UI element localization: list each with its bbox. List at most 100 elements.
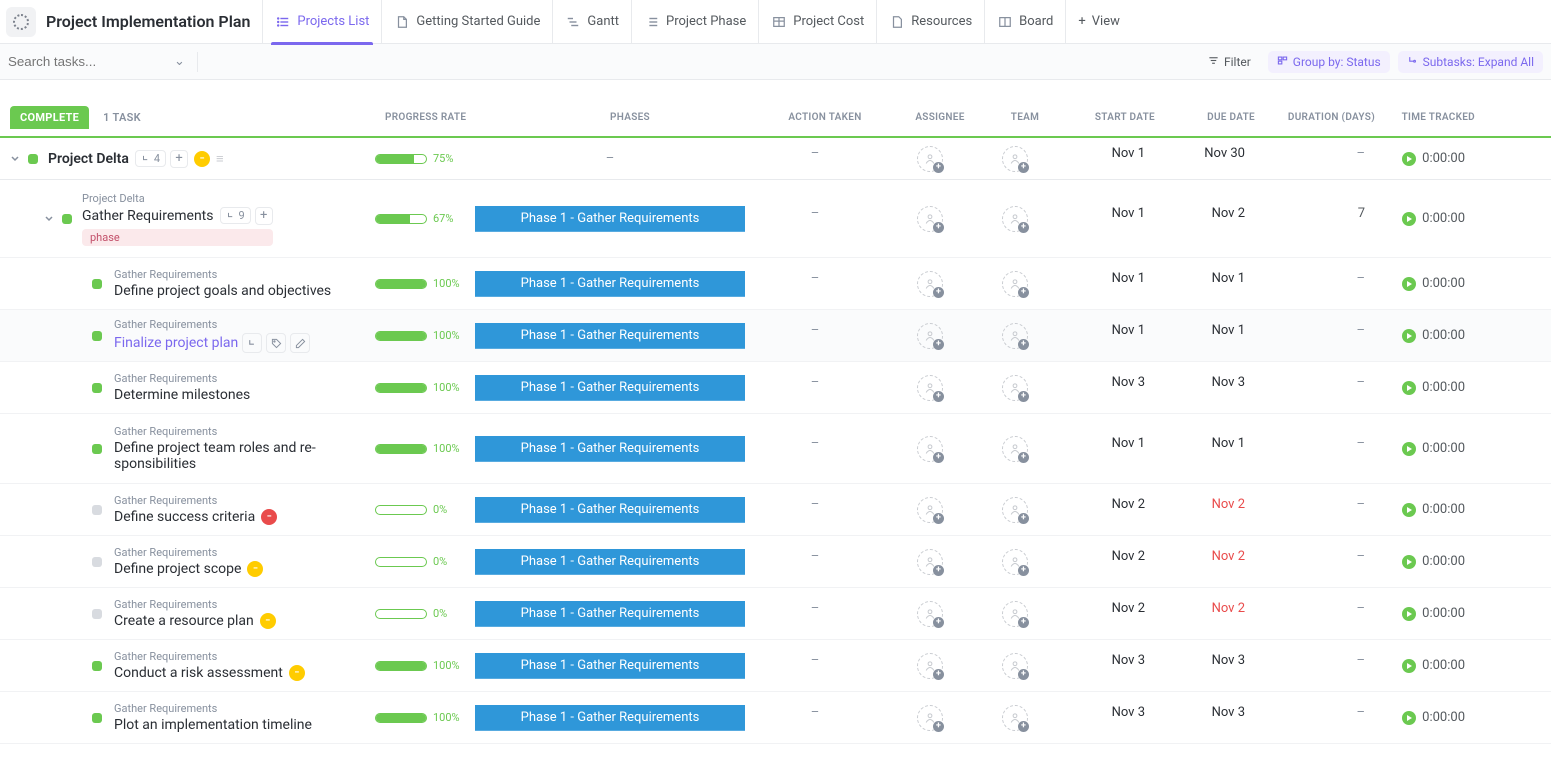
start-date[interactable]: Nov 1 bbox=[1055, 146, 1155, 172]
play-icon[interactable] bbox=[1402, 442, 1416, 456]
start-date[interactable]: Nov 2 bbox=[1055, 601, 1155, 627]
assignee-cell[interactable] bbox=[885, 705, 975, 731]
task-row[interactable]: Gather RequirementsDefine project team r… bbox=[0, 414, 1551, 484]
play-icon[interactable] bbox=[1402, 329, 1416, 343]
start-date[interactable]: Nov 1 bbox=[1055, 206, 1155, 232]
status-square[interactable] bbox=[62, 214, 72, 224]
action-cell[interactable]: – bbox=[745, 323, 885, 349]
col-due[interactable]: DUE DATE bbox=[1165, 112, 1265, 123]
phase-pill[interactable]: Phase 1 - Gather Requirements bbox=[475, 549, 745, 575]
parent-crumb[interactable]: Gather Requirements bbox=[114, 372, 250, 385]
team-cell[interactable] bbox=[975, 549, 1055, 575]
task-row[interactable]: Gather RequirementsDefine success criter… bbox=[0, 484, 1551, 536]
phase-pill[interactable]: Phase 1 - Gather Requirements bbox=[475, 653, 745, 679]
status-square[interactable] bbox=[92, 279, 102, 289]
add-assignee-icon[interactable] bbox=[917, 436, 943, 462]
col-duration[interactable]: DURATION (DAYS) bbox=[1265, 112, 1385, 123]
team-cell[interactable] bbox=[975, 436, 1055, 462]
expand-toggle[interactable] bbox=[10, 154, 20, 164]
col-phases[interactable]: PHASES bbox=[485, 112, 755, 123]
subtask-count[interactable]: 4 bbox=[135, 150, 166, 167]
assignee-cell[interactable] bbox=[885, 271, 975, 297]
status-square[interactable] bbox=[92, 609, 102, 619]
app-icon[interactable] bbox=[6, 7, 36, 37]
duration-cell[interactable]: 7 bbox=[1255, 206, 1375, 232]
col-action[interactable]: ACTION TAKEN bbox=[755, 112, 895, 123]
phase-pill[interactable]: Phase 1 - Gather Requirements bbox=[475, 271, 745, 297]
status-square[interactable] bbox=[92, 661, 102, 671]
task-name[interactable]: Conduct a risk assessment bbox=[114, 665, 283, 681]
task-row[interactable]: Gather RequirementsCreate a resource pla… bbox=[0, 588, 1551, 640]
duration-cell[interactable]: – bbox=[1255, 271, 1375, 297]
tab-projects-list[interactable]: Projects List bbox=[262, 0, 381, 44]
duration-cell[interactable]: – bbox=[1255, 323, 1375, 349]
expand-toggle[interactable] bbox=[44, 214, 54, 224]
time-cell[interactable]: 0:00:00 bbox=[1375, 705, 1475, 731]
add-assignee-icon[interactable] bbox=[917, 653, 943, 679]
due-date[interactable]: Nov 2 bbox=[1155, 497, 1255, 523]
filter-button[interactable]: Filter bbox=[1199, 51, 1260, 73]
action-cell[interactable]: – bbox=[745, 271, 885, 297]
add-assignee-icon[interactable] bbox=[917, 497, 943, 523]
phase-pill[interactable]: Phase 1 - Gather Requirements bbox=[475, 497, 745, 523]
col-time[interactable]: TIME TRACKED bbox=[1385, 112, 1485, 123]
add-assignee-icon[interactable] bbox=[917, 375, 943, 401]
status-badge[interactable]: COMPLETE bbox=[10, 106, 89, 129]
subtask-count[interactable]: 9 bbox=[220, 207, 251, 224]
status-square[interactable] bbox=[92, 331, 102, 341]
task-row[interactable]: Gather RequirementsDefine project goals … bbox=[0, 258, 1551, 310]
task-name[interactable]: Plot an implementation timeline bbox=[114, 717, 312, 733]
subtasks-button[interactable]: Subtasks: Expand All bbox=[1398, 51, 1543, 73]
play-icon[interactable] bbox=[1402, 152, 1416, 166]
task-row[interactable]: Gather RequirementsDetermine milestones1… bbox=[0, 362, 1551, 414]
add-team-icon[interactable] bbox=[1002, 146, 1028, 172]
due-date[interactable]: Nov 2 bbox=[1155, 206, 1255, 232]
tab-project-phase[interactable]: Project Phase bbox=[631, 0, 758, 44]
time-cell[interactable]: 0:00:00 bbox=[1375, 653, 1475, 679]
add-assignee-icon[interactable] bbox=[917, 323, 943, 349]
duration-cell[interactable]: – bbox=[1255, 601, 1375, 627]
phase-pill[interactable]: Phase 1 - Gather Requirements bbox=[475, 601, 745, 627]
parent-crumb[interactable]: Gather Requirements bbox=[114, 546, 263, 559]
add-team-icon[interactable] bbox=[1002, 206, 1028, 232]
time-cell[interactable]: 0:00:00 bbox=[1375, 271, 1475, 297]
add-team-icon[interactable] bbox=[1002, 436, 1028, 462]
team-cell[interactable] bbox=[975, 375, 1055, 401]
play-icon[interactable] bbox=[1402, 277, 1416, 291]
task-name[interactable]: Determine milestones bbox=[114, 387, 250, 403]
task-row-gather[interactable]: Project Delta Gather Requirements 9 + ph… bbox=[0, 180, 1551, 258]
action-cell[interactable]: – bbox=[745, 549, 885, 575]
tab-resources[interactable]: Resources bbox=[876, 0, 984, 44]
phase-empty[interactable]: – bbox=[475, 151, 745, 166]
phase-tag[interactable]: phase bbox=[82, 229, 273, 246]
action-cell[interactable]: – bbox=[745, 436, 885, 462]
due-date[interactable]: Nov 3 bbox=[1155, 705, 1255, 731]
col-progress[interactable]: PROGRESS RATE bbox=[385, 112, 485, 123]
task-row[interactable]: Gather RequirementsPlot an implementatio… bbox=[0, 692, 1551, 744]
add-subtask-button[interactable]: + bbox=[170, 150, 188, 168]
play-icon[interactable] bbox=[1402, 711, 1416, 725]
status-square[interactable] bbox=[92, 444, 102, 454]
team-cell[interactable] bbox=[975, 206, 1055, 232]
task-row[interactable]: Gather RequirementsFinalize project plan… bbox=[0, 310, 1551, 362]
team-cell[interactable] bbox=[975, 601, 1055, 627]
chevron-down-icon[interactable]: ⌄ bbox=[174, 54, 185, 69]
time-cell[interactable]: 0:00:00 bbox=[1375, 375, 1475, 401]
due-date[interactable]: Nov 2 bbox=[1155, 549, 1255, 575]
status-square[interactable] bbox=[92, 383, 102, 393]
time-cell[interactable]: 0:00:00 bbox=[1375, 206, 1475, 232]
parent-crumb[interactable]: Gather Requirements bbox=[114, 268, 331, 281]
duration-cell[interactable]: – bbox=[1255, 705, 1375, 731]
tab-getting-started[interactable]: Getting Started Guide bbox=[381, 0, 552, 44]
action-cell[interactable]: – bbox=[745, 705, 885, 731]
subtask-icon[interactable] bbox=[242, 333, 262, 353]
start-date[interactable]: Nov 2 bbox=[1055, 497, 1155, 523]
tab-project-cost[interactable]: Project Cost bbox=[758, 0, 876, 44]
priority-icon[interactable]: − bbox=[289, 665, 305, 681]
action-cell[interactable]: – bbox=[745, 375, 885, 401]
task-name[interactable]: Define success criteria bbox=[114, 509, 255, 525]
time-cell[interactable]: 0:00:00 bbox=[1375, 601, 1475, 627]
play-icon[interactable] bbox=[1402, 503, 1416, 517]
add-team-icon[interactable] bbox=[1002, 653, 1028, 679]
add-assignee-icon[interactable] bbox=[917, 705, 943, 731]
